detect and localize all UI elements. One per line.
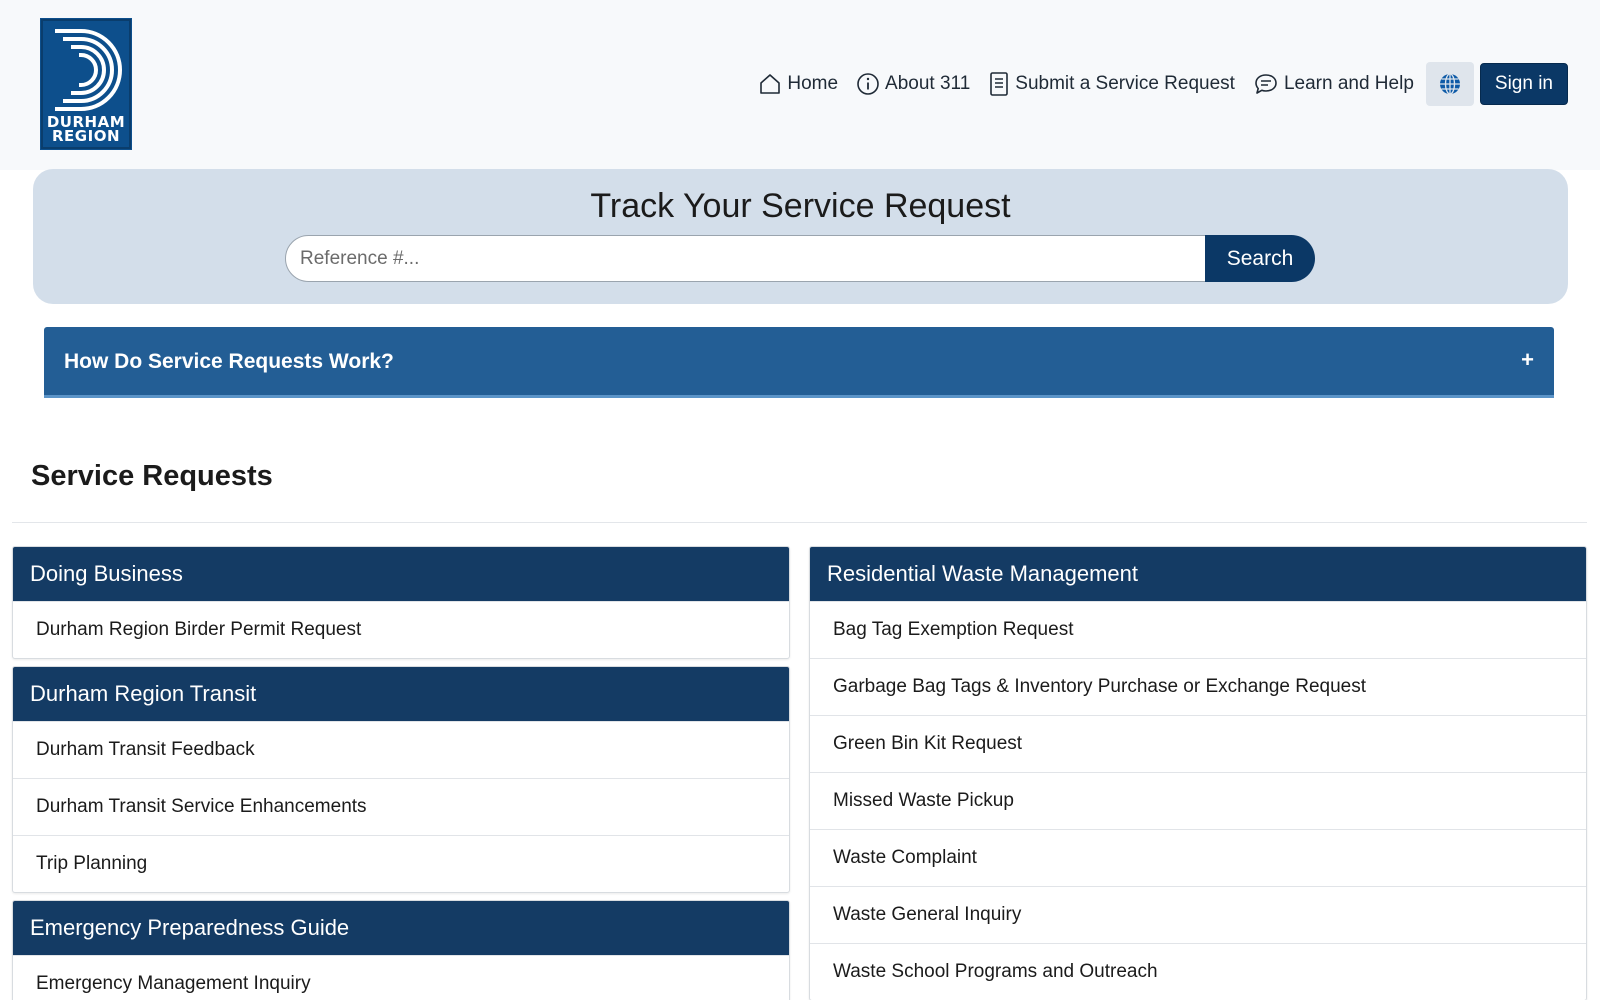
nav-learn-label: Learn and Help bbox=[1283, 73, 1414, 94]
service-link[interactable]: Durham Region Birder Permit Request bbox=[13, 601, 789, 658]
logo-text-line2: REGION bbox=[52, 127, 120, 145]
service-link[interactable]: Emergency Management Inquiry bbox=[13, 955, 789, 1000]
main-nav: Home About 311 Submit a Service Request … bbox=[758, 62, 1600, 106]
section-divider bbox=[12, 522, 1587, 523]
service-link[interactable]: Trip Planning bbox=[13, 835, 789, 892]
nav-home[interactable]: Home bbox=[758, 72, 838, 96]
group-header: Residential Waste Management bbox=[810, 547, 1586, 601]
nav-about-label: About 311 bbox=[885, 73, 971, 94]
nav-submit-label: Submit a Service Request bbox=[1015, 73, 1235, 94]
durham-d-logo-icon bbox=[55, 29, 122, 111]
chat-icon bbox=[1255, 74, 1277, 94]
service-column-left: Doing Business Durham Region Birder Perm… bbox=[12, 546, 790, 1000]
home-icon bbox=[760, 74, 781, 94]
service-link[interactable]: Bag Tag Exemption Request bbox=[810, 601, 1586, 658]
section-title: Service Requests bbox=[31, 460, 273, 492]
service-column-right: Residential Waste Management Bag Tag Exe… bbox=[809, 546, 1587, 1000]
info-icon bbox=[857, 73, 879, 95]
service-group-waste: Residential Waste Management Bag Tag Exe… bbox=[809, 546, 1587, 1000]
group-header: Doing Business bbox=[13, 547, 789, 601]
sign-in-button[interactable]: Sign in bbox=[1479, 63, 1568, 105]
service-group-doing-business: Doing Business Durham Region Birder Perm… bbox=[12, 546, 790, 659]
track-search-button[interactable]: Search bbox=[1205, 235, 1315, 282]
durham-region-logo[interactable]: DURHAM REGION bbox=[40, 18, 132, 150]
service-link[interactable]: Green Bin Kit Request bbox=[810, 715, 1586, 772]
site-header: DURHAM REGION Home About 311 Submit a Se… bbox=[0, 0, 1600, 170]
track-title: Track Your Service Request bbox=[590, 187, 1011, 225]
how-requests-work-accordion[interactable]: How Do Service Requests Work? + bbox=[44, 327, 1554, 398]
track-request-panel: Track Your Service Request Search bbox=[33, 169, 1568, 304]
service-link[interactable]: Missed Waste Pickup bbox=[810, 772, 1586, 829]
service-group-emergency: Emergency Preparedness Guide Emergency M… bbox=[12, 900, 790, 1000]
accordion-title: How Do Service Requests Work? bbox=[64, 350, 394, 373]
service-link[interactable]: Waste General Inquiry bbox=[810, 886, 1586, 943]
language-button[interactable] bbox=[1425, 62, 1474, 106]
nav-home-label: Home bbox=[787, 73, 839, 94]
service-link[interactable]: Durham Transit Feedback bbox=[13, 721, 789, 778]
group-header: Emergency Preparedness Guide bbox=[13, 901, 789, 955]
reference-number-input[interactable] bbox=[285, 235, 1207, 282]
service-link[interactable]: Waste Complaint bbox=[810, 829, 1586, 886]
plus-icon[interactable]: + bbox=[1521, 347, 1534, 373]
nav-about-311[interactable]: About 311 bbox=[856, 72, 970, 96]
nav-submit-request[interactable]: Submit a Service Request bbox=[988, 71, 1235, 97]
document-icon bbox=[990, 72, 1009, 96]
service-link[interactable]: Waste School Programs and Outreach bbox=[810, 943, 1586, 1000]
group-header: Durham Region Transit bbox=[13, 667, 789, 721]
service-link[interactable]: Durham Transit Service Enhancements bbox=[13, 778, 789, 835]
globe-icon bbox=[1439, 73, 1460, 95]
nav-learn-help[interactable]: Learn and Help bbox=[1253, 72, 1414, 96]
service-group-transit: Durham Region Transit Durham Transit Fee… bbox=[12, 666, 790, 893]
service-link[interactable]: Garbage Bag Tags & Inventory Purchase or… bbox=[810, 658, 1586, 715]
